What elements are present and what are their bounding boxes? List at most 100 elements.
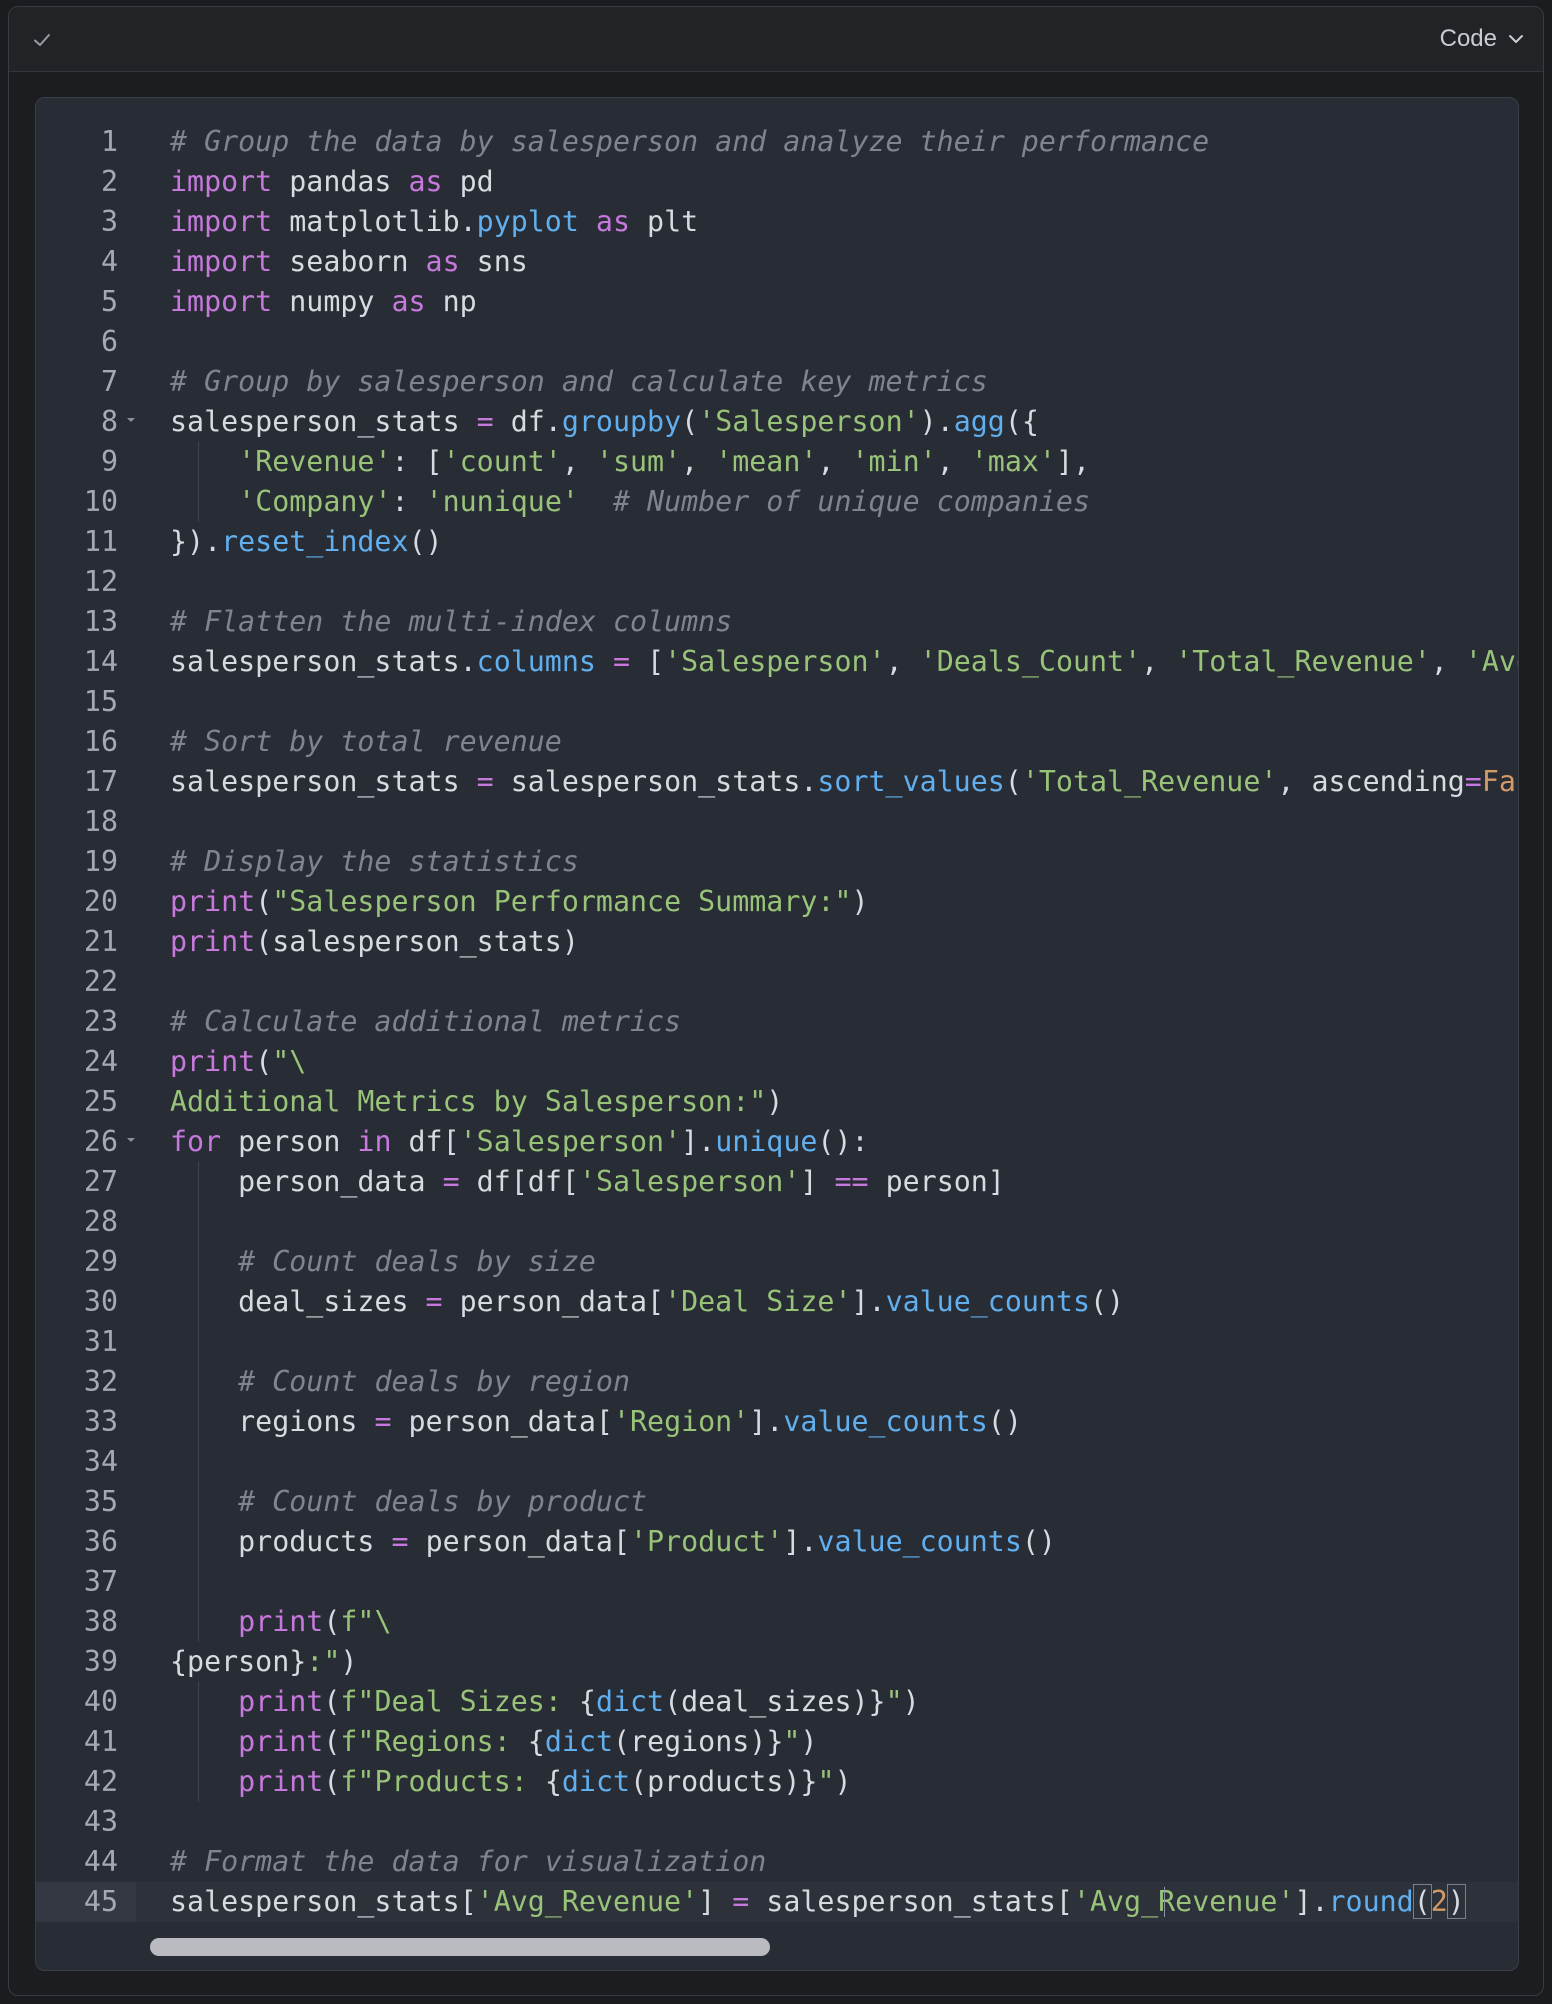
code-line[interactable]: 21 print(salesperson_stats) (36, 922, 1518, 962)
code-token: 'nunique' (425, 485, 579, 518)
line-gutter: 37 (36, 1562, 136, 1602)
code-line[interactable]: 10 'Company': 'nunique' # Number of uniq… (36, 482, 1518, 522)
code-line[interactable]: 7 # Group by salesperson and calculate ke… (36, 362, 1518, 402)
code-line[interactable]: 26 for person in df['Salesperson'].unique… (36, 1122, 1518, 1162)
line-code: # Group the data by salesperson and anal… (170, 122, 1209, 162)
horizontal-scrollbar[interactable] (36, 1924, 1518, 1970)
line-number: 16 (83, 725, 118, 758)
code-token: == (834, 1165, 869, 1198)
line-gutter: 29 (36, 1242, 136, 1282)
code-line[interactable]: 14 salesperson_stats.columns = ['Salesper… (36, 642, 1518, 682)
code-token: " (885, 1685, 903, 1718)
code-token: (products)} (630, 1765, 818, 1798)
code-line[interactable]: 44 # Format the data for visualization (36, 1842, 1518, 1882)
line-gutter: 18 (36, 802, 136, 842)
code-token: np (425, 285, 477, 318)
code-line[interactable]: 24 print("\ (36, 1042, 1518, 1082)
line-number: 31 (83, 1325, 118, 1358)
line-gutter: 42 (36, 1762, 136, 1802)
code-token: : (391, 485, 426, 518)
code-line[interactable]: 38 print(f"\ (36, 1602, 1518, 1642)
code-line[interactable]: 42 print(f"Products: {dict(products)}") (36, 1762, 1518, 1802)
code-token: Additional Metrics by Salesperson:" (170, 1085, 767, 1118)
code-line[interactable]: 2 import pandas as pd (36, 162, 1518, 202)
code-line[interactable]: 8 salesperson_stats = df.groupby('Salespe… (36, 402, 1518, 442)
code-token: # Display the statistics (170, 845, 579, 878)
code-token: ( (323, 1605, 341, 1638)
code-line[interactable]: 4 import seaborn as sns (36, 242, 1518, 282)
code-line[interactable]: 25 Additional Metrics by Salesperson:") (36, 1082, 1518, 1122)
code-line[interactable]: 29 # Count deals by size (36, 1242, 1518, 1282)
code-token: 2 (1430, 1885, 1448, 1918)
line-number: 1 (100, 125, 118, 158)
code-token: dict (595, 1685, 665, 1718)
line-gutter: 34 (36, 1442, 136, 1482)
scrollbar-thumb[interactable] (150, 1938, 770, 1956)
code-token: salesperson_stats. (170, 645, 477, 678)
code-line[interactable]: 1 # Group the data by salesperson and ana… (36, 122, 1518, 162)
code-token: f"Products: (340, 1765, 545, 1798)
line-code: # Display the statistics (170, 842, 579, 882)
code-line[interactable]: 43 (36, 1802, 1518, 1842)
code-token: pandas (272, 165, 409, 198)
code-line[interactable]: 45 salesperson_stats['Avg_Revenue'] = sal… (36, 1882, 1518, 1922)
line-gutter: 21 (36, 922, 136, 962)
code-token: ], (1055, 445, 1091, 478)
code-line[interactable]: 16 # Sort by total revenue (36, 722, 1518, 762)
code-token: ]. (851, 1285, 886, 1318)
code-token: = (391, 1525, 409, 1558)
code-line[interactable]: 41 print(f"Regions: {dict(regions)}") (36, 1722, 1518, 1762)
code-line[interactable]: 9 'Revenue': ['count', 'sum', 'mean', 'm… (36, 442, 1518, 482)
line-code: import pandas as pd (170, 162, 494, 202)
indent-guide (198, 1202, 199, 1242)
line-code: import matplotlib.pyplot as plt (170, 202, 698, 242)
code-editor[interactable]: 1 # Group the data by salesperson and ana… (35, 97, 1519, 1971)
line-code: salesperson_stats = df.groupby('Salesper… (170, 402, 1039, 442)
code-line[interactable]: 15 (36, 682, 1518, 722)
view-mode-dropdown[interactable]: Code (1440, 24, 1527, 54)
code-line[interactable]: 19 # Display the statistics (36, 842, 1518, 882)
code-line[interactable]: 5 import numpy as np (36, 282, 1518, 322)
code-token: # Format the data for visualization (170, 1845, 767, 1878)
code-line[interactable]: 36 products = person_data['Product'].val… (36, 1522, 1518, 1562)
code-line[interactable]: 18 (36, 802, 1518, 842)
code-line[interactable]: 31 (36, 1322, 1518, 1362)
code-line[interactable]: 3 import matplotlib.pyplot as plt (36, 202, 1518, 242)
code-line[interactable]: 22 (36, 962, 1518, 1002)
code-line[interactable]: 28 (36, 1202, 1518, 1242)
code-line[interactable]: 40 print(f"Deal Sizes: {dict(deal_sizes)… (36, 1682, 1518, 1722)
code-token: = (374, 1405, 392, 1438)
code-token: f"Deal Sizes: (340, 1685, 579, 1718)
line-number: 11 (83, 525, 118, 558)
code-line[interactable]: 30 deal_sizes = person_data['Deal Size']… (36, 1282, 1518, 1322)
line-code: }).reset_index() (170, 522, 443, 562)
code-line[interactable]: 32 # Count deals by region (36, 1362, 1518, 1402)
code-line[interactable]: 13 # Flatten the multi-index columns (36, 602, 1518, 642)
view-mode-label: Code (1439, 25, 1497, 52)
code-line[interactable]: 23 # Calculate additional metrics (36, 1002, 1518, 1042)
code-line[interactable]: 6 (36, 322, 1518, 362)
line-code: print(f"\ (170, 1602, 391, 1642)
code-line[interactable]: 35 # Count deals by product (36, 1482, 1518, 1522)
code-line[interactable]: 20 print("Salesperson Performance Summary… (36, 882, 1518, 922)
code-line[interactable]: 39 {person}:") (36, 1642, 1518, 1682)
code-line[interactable]: 27 person_data = df[df['Salesperson'] ==… (36, 1162, 1518, 1202)
line-code: {person}:") (170, 1642, 357, 1682)
code-line[interactable]: 12 (36, 562, 1518, 602)
code-line[interactable]: 17 salesperson_stats = salesperson_stats.… (36, 762, 1518, 802)
code-token: for (170, 1125, 222, 1158)
code-line[interactable]: 11 }).reset_index() (36, 522, 1518, 562)
code-token: value_counts (885, 1285, 1090, 1318)
fold-arrow-icon[interactable] (126, 415, 136, 425)
fold-arrow-icon[interactable] (126, 1135, 136, 1145)
code-token: ( (323, 1685, 341, 1718)
code-token: as (408, 165, 443, 198)
line-number: 43 (83, 1805, 118, 1838)
code-line[interactable]: 37 (36, 1562, 1518, 1602)
code-token: matplotlib. (272, 205, 477, 238)
code-line[interactable]: 34 (36, 1442, 1518, 1482)
line-code: products = person_data['Product'].value_… (170, 1522, 1056, 1562)
code-line[interactable]: 33 regions = person_data['Region'].value… (36, 1402, 1518, 1442)
